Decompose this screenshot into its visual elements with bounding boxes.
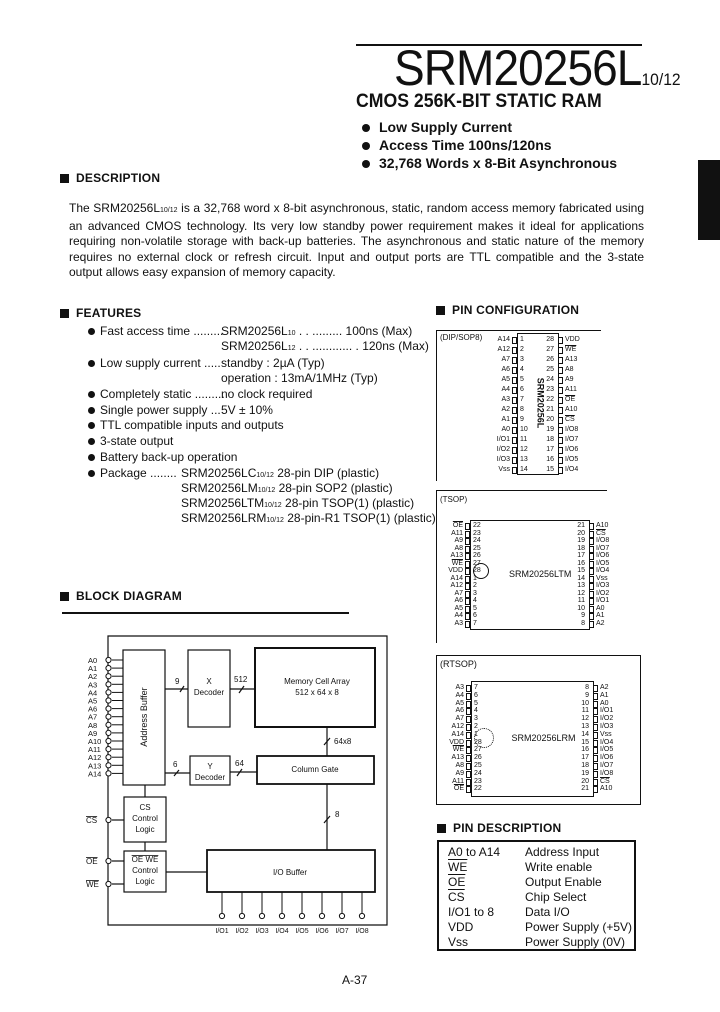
- pin-terminal: [358, 912, 366, 920]
- pin-name: Vss: [448, 935, 469, 949]
- pin-terminal: [105, 665, 112, 672]
- control-pin-label: CS: [86, 816, 97, 825]
- heading-text: PIN DESCRIPTION: [453, 821, 562, 835]
- bus-width-label: 64: [235, 759, 244, 768]
- pin-terminal: [105, 697, 112, 704]
- pin-terminal: [278, 912, 286, 920]
- memory-array-label: Memory Cell Array: [284, 677, 350, 686]
- pin-terminal: [338, 912, 346, 920]
- control-pin-label: WE: [86, 880, 99, 889]
- cs-logic-label: Logic: [135, 825, 154, 834]
- frame-line: [62, 612, 349, 614]
- cs-logic-label: Control: [132, 814, 158, 823]
- y-decoder-label: Decoder: [195, 773, 226, 782]
- pin-function: Address Input: [525, 845, 600, 859]
- pin-terminal: [105, 857, 112, 865]
- io-pin-label: I/O2: [235, 928, 248, 935]
- pin-function: Chip Select: [525, 890, 587, 904]
- pin-terminal: [105, 689, 112, 696]
- io-pin-label: I/O4: [275, 928, 288, 935]
- io-pin-label: I/O1: [215, 928, 228, 935]
- oewe-logic-label: OE WE: [132, 855, 159, 864]
- address-buffer-label: Address Buffer: [139, 687, 149, 746]
- oewe-logic-label: Control: [132, 866, 158, 875]
- pin-terminal: [105, 762, 112, 769]
- pin-description-heading: PIN DESCRIPTION: [437, 821, 561, 835]
- pin-terminal: [105, 880, 112, 888]
- pin-terminal: [105, 770, 112, 777]
- pin-terminal: [105, 754, 112, 761]
- pin-terminal: [105, 729, 112, 737]
- pin-function: Power Supply (+5V): [525, 920, 633, 934]
- bus-width-label: 8: [335, 810, 340, 819]
- bus-width-label: 9: [175, 677, 180, 686]
- io-pin-label: I/O7: [335, 928, 348, 935]
- pin-terminal: [105, 746, 112, 753]
- bus-width-label: 64x8: [334, 737, 352, 746]
- pin-function: Write enable: [525, 860, 593, 874]
- pin-name: OE: [448, 875, 466, 889]
- pin-name: VDD: [448, 920, 474, 934]
- pin-terminal: [105, 673, 112, 680]
- io-pin-label: I/O8: [355, 928, 368, 935]
- address-pin-label: A14: [88, 769, 101, 778]
- pin-terminal: [105, 705, 112, 712]
- pin-name: CS: [448, 890, 465, 904]
- pin-terminal: [105, 656, 112, 664]
- pin-name: A0 to A14: [448, 845, 501, 859]
- cs-logic-label: CS: [139, 803, 150, 812]
- pin-terminal: [105, 816, 112, 824]
- pin-terminal: [238, 912, 246, 920]
- pin-function: Output Enable: [525, 875, 602, 889]
- io-pin-label: I/O5: [295, 928, 308, 935]
- square-bullet-icon: [437, 824, 446, 833]
- pin-name: I/O1 to 8: [448, 905, 495, 919]
- pin-description-table: A0 to A14 Address Input WE Write enable OE Ou…: [437, 840, 636, 951]
- pin-terminal: [105, 713, 112, 720]
- pin-terminal: [258, 912, 266, 920]
- y-decoder-label: Y: [207, 762, 213, 771]
- control-pin-label: OE: [86, 857, 98, 866]
- io-pin-label: I/O3: [255, 928, 268, 935]
- pin-terminal: [318, 912, 326, 920]
- io-pin-label: I/O6: [315, 928, 328, 935]
- column-gate-label: Column Gate: [291, 765, 339, 774]
- pin-function: Data I/O: [525, 905, 570, 919]
- pin-name: WE: [448, 860, 468, 874]
- pin-function: Power Supply (0V): [525, 935, 626, 949]
- x-decoder-label: X: [206, 677, 212, 686]
- pin-terminal: [298, 912, 306, 920]
- bus-width-label: 512: [234, 675, 248, 684]
- io-buffer-label: I/O Buffer: [273, 868, 307, 877]
- bus-width-label: 6: [173, 760, 178, 769]
- pin-terminal: [218, 912, 226, 920]
- x-decoder-label: Decoder: [194, 688, 225, 697]
- oewe-logic-label: Logic: [135, 877, 154, 886]
- pin-terminal: [105, 737, 112, 745]
- memory-array-dims: 512 x 64 x 8: [295, 688, 339, 697]
- pin-terminal: [105, 721, 112, 728]
- pin-terminal: [105, 681, 112, 688]
- page-number: A-37: [342, 973, 368, 987]
